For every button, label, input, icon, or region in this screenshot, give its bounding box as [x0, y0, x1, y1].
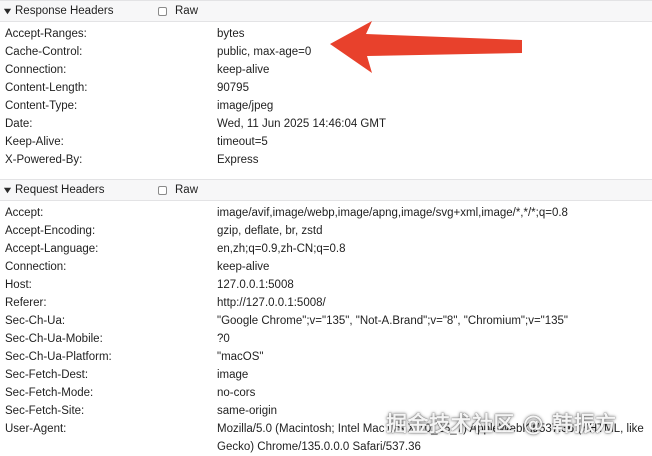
response-headers-title: Response Headers [15, 5, 114, 17]
header-value: "macOS" [217, 351, 264, 363]
response-headers-section-header: Response Headers Raw [0, 0, 652, 22]
header-value: no-cors [217, 387, 256, 399]
response-header-row[interactable]: X-Powered-By: Express [0, 152, 652, 169]
expanded-triangle-icon [3, 8, 12, 14]
request-header-row[interactable]: Referer: http://127.0.0.1:5008/ [0, 295, 652, 312]
header-name: Content-Length: [5, 82, 88, 94]
header-name: X-Powered-By: [5, 154, 83, 166]
header-value: Wed, 11 Jun 2025 14:46:04 GMT [217, 118, 386, 130]
header-name: Sec-Fetch-Dest: [5, 369, 89, 381]
header-name: Connection: [5, 261, 67, 273]
request-header-row[interactable]: Accept-Encoding: gzip, deflate, br, zstd [0, 223, 652, 240]
header-name: Keep-Alive: [5, 136, 64, 148]
header-name: Referer: [5, 297, 47, 309]
header-name: Sec-Fetch-Mode: [5, 387, 94, 399]
header-value: gzip, deflate, br, zstd [217, 225, 323, 237]
header-value: bytes [217, 28, 245, 40]
request-header-row[interactable]: Sec-Fetch-Mode: no-cors [0, 385, 652, 402]
header-value: 90795 [217, 82, 249, 94]
header-name: Date: [5, 118, 33, 130]
request-header-row[interactable]: Sec-Ch-Ua-Mobile: ?0 [0, 331, 652, 348]
header-value: 127.0.0.1:5008 [217, 279, 294, 291]
request-header-row[interactable]: Connection: keep-alive [0, 259, 652, 276]
header-name: Sec-Fetch-Site: [5, 405, 85, 417]
response-header-row[interactable]: Date: Wed, 11 Jun 2025 14:46:04 GMT [0, 116, 652, 133]
header-name: Connection: [5, 64, 67, 76]
request-raw-label: Raw [175, 184, 199, 196]
response-raw-toggle[interactable]: Raw [158, 1, 198, 21]
response-header-row[interactable]: Content-Length: 90795 [0, 80, 652, 97]
request-header-row[interactable]: Sec-Fetch-Dest: image [0, 367, 652, 384]
header-value: image/jpeg [217, 100, 274, 112]
header-name: Accept-Language: [5, 243, 99, 255]
header-value: same-origin [217, 405, 278, 417]
header-name: Sec-Ch-Ua: [5, 315, 66, 327]
request-header-row[interactable]: Sec-Fetch-Site: same-origin [0, 403, 652, 420]
response-header-row[interactable]: Keep-Alive: timeout=5 [0, 134, 652, 151]
header-name: Content-Type: [5, 100, 78, 112]
request-header-row[interactable]: Sec-Ch-Ua-Platform: "macOS" [0, 349, 652, 366]
header-name: Sec-Ch-Ua-Platform: [5, 351, 112, 363]
header-name: Host: [5, 279, 32, 291]
header-name: Sec-Ch-Ua-Mobile: [5, 333, 103, 345]
header-value: ?0 [217, 333, 230, 345]
request-header-row[interactable]: Accept: image/avif,image/webp,image/apng,… [0, 205, 652, 222]
request-headers-toggle[interactable]: Request Headers [0, 180, 105, 200]
header-value: keep-alive [217, 261, 270, 273]
header-value: en,zh;q=0.9,zh-CN;q=0.8 [217, 243, 346, 255]
request-raw-toggle[interactable]: Raw [158, 180, 198, 200]
request-raw-checkbox[interactable] [158, 185, 167, 195]
header-value: Gecko) Chrome/135.0.0.0 Safari/537.36 [217, 441, 421, 453]
header-name: Accept: [5, 207, 44, 219]
response-headers-toggle[interactable]: Response Headers [0, 1, 113, 21]
header-value: Mozilla/5.0 (Macintosh; Intel Mac OS X 1… [217, 423, 644, 435]
response-raw-checkbox[interactable] [158, 6, 167, 16]
request-header-row[interactable]: User-Agent: Mozilla/5.0 (Macintosh; Intel… [0, 421, 652, 438]
header-value: Express [217, 154, 259, 166]
header-name: Accept-Encoding: [5, 225, 96, 237]
expanded-triangle-icon [3, 187, 12, 193]
header-value: keep-alive [217, 64, 270, 76]
request-headers-section-header: Request Headers Raw [0, 179, 652, 201]
header-name: Accept-Ranges: [5, 28, 87, 40]
header-value: http://127.0.0.1:5008/ [217, 297, 326, 309]
header-name: Cache-Control: [5, 46, 83, 58]
header-value: public, max-age=0 [217, 46, 312, 58]
header-value: image/avif,image/webp,image/apng,image/s… [217, 207, 568, 219]
request-header-row[interactable]: Host: 127.0.0.1:5008 [0, 277, 652, 294]
response-header-row[interactable]: Accept-Ranges: bytes [0, 26, 652, 43]
request-header-row[interactable]: Accept-Language: en,zh;q=0.9,zh-CN;q=0.8 [0, 241, 652, 258]
response-raw-label: Raw [175, 5, 199, 17]
response-header-row[interactable]: Cache-Control: public, max-age=0 [0, 44, 652, 61]
request-headers-title: Request Headers [15, 184, 105, 196]
request-header-row[interactable]: Gecko) Chrome/135.0.0.0 Safari/537.36 [0, 439, 652, 456]
header-value: "Google Chrome";v="135", "Not-A.Brand";v… [217, 315, 569, 327]
header-value: timeout=5 [217, 136, 268, 148]
header-name: User-Agent: [5, 423, 67, 435]
request-header-row[interactable]: Sec-Ch-Ua: "Google Chrome";v="135", "Not-… [0, 313, 652, 330]
header-value: image [217, 369, 249, 381]
response-header-row[interactable]: Connection: keep-alive [0, 62, 652, 79]
response-header-row[interactable]: Content-Type: image/jpeg [0, 98, 652, 115]
